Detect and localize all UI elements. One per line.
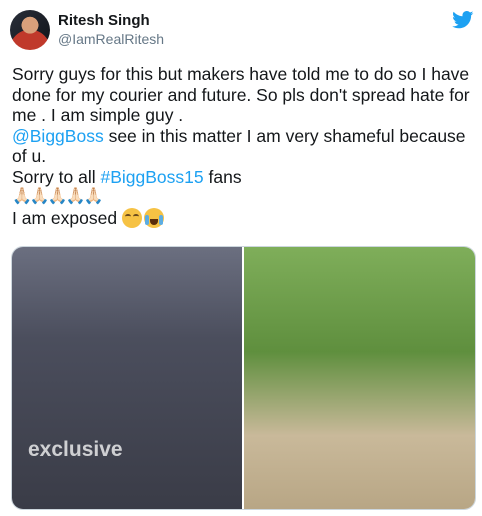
tweet-text: Sorry guys for this but makers have told… bbox=[12, 64, 472, 228]
tweet-line-1: Sorry guys for this but makers have told… bbox=[12, 64, 470, 125]
family-photo[interactable] bbox=[244, 247, 475, 509]
tweet-line-4: I am exposed bbox=[12, 207, 472, 229]
author-handle[interactable]: @IamRealRitesh bbox=[58, 31, 164, 47]
crying-face-emoji bbox=[143, 207, 164, 228]
author-avatar[interactable] bbox=[10, 10, 50, 50]
twitter-bird-icon[interactable] bbox=[452, 11, 474, 29]
tweet-line-3: Sorry to all #BiggBoss15 fans bbox=[12, 166, 242, 187]
author-name[interactable]: Ritesh Singh bbox=[58, 12, 150, 29]
relieved-face-emoji bbox=[121, 207, 142, 228]
tweet-line-2: @BiggBoss see in this matter I am very s… bbox=[12, 125, 466, 167]
mention-biggboss[interactable]: @BiggBoss bbox=[12, 126, 104, 146]
tweet-card: Ritesh Singh @IamRealRitesh Sorry guys f… bbox=[0, 0, 482, 516]
exclusive-watermark: exclusive bbox=[28, 438, 123, 461]
hashtag-biggboss15[interactable]: #BiggBoss15 bbox=[101, 167, 204, 187]
folded-hands-emoji: 🙏🏻🙏🏻🙏🏻🙏🏻🙏🏻 bbox=[12, 188, 104, 205]
groom-photo[interactable]: exclusive bbox=[12, 247, 242, 509]
tweet-media[interactable]: exclusive bbox=[11, 246, 476, 510]
